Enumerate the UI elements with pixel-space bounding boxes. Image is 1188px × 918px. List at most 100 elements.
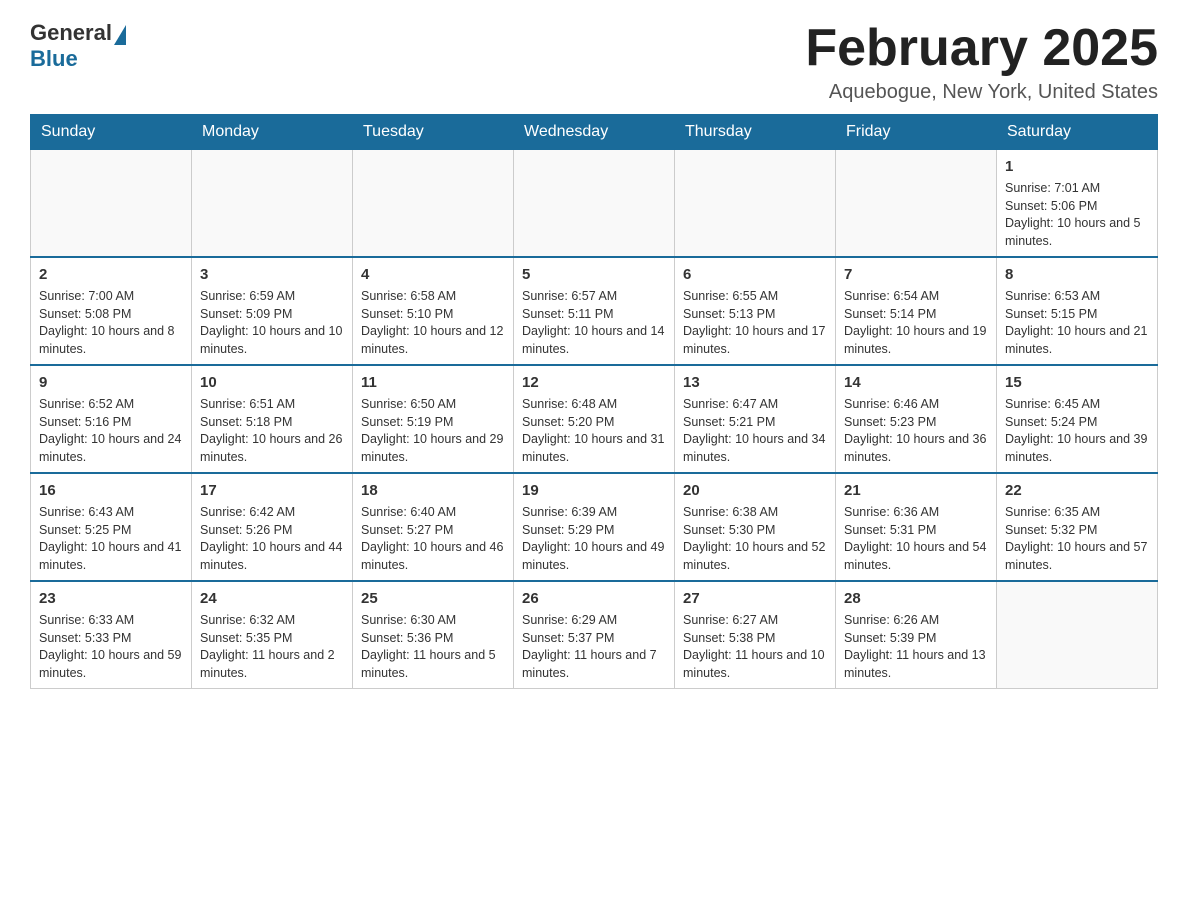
day-info-text: Daylight: 10 hours and 39 minutes. bbox=[1005, 431, 1149, 466]
day-info-text: Sunset: 5:31 PM bbox=[844, 522, 988, 540]
day-info-text: Daylight: 10 hours and 14 minutes. bbox=[522, 323, 666, 358]
calendar-day-cell bbox=[31, 150, 192, 258]
day-info-text: Sunset: 5:16 PM bbox=[39, 414, 183, 432]
calendar-day-cell: 15Sunrise: 6:45 AMSunset: 5:24 PMDayligh… bbox=[997, 365, 1158, 473]
calendar-day-cell bbox=[514, 150, 675, 258]
day-info-text: Daylight: 10 hours and 24 minutes. bbox=[39, 431, 183, 466]
calendar-day-cell: 2Sunrise: 7:00 AMSunset: 5:08 PMDaylight… bbox=[31, 257, 192, 365]
day-info-text: Sunset: 5:21 PM bbox=[683, 414, 827, 432]
calendar-day-cell: 23Sunrise: 6:33 AMSunset: 5:33 PMDayligh… bbox=[31, 581, 192, 689]
day-info-text: Sunset: 5:24 PM bbox=[1005, 414, 1149, 432]
calendar-day-cell bbox=[192, 150, 353, 258]
day-info-text: Daylight: 10 hours and 12 minutes. bbox=[361, 323, 505, 358]
day-info-text: Daylight: 10 hours and 31 minutes. bbox=[522, 431, 666, 466]
calendar-day-cell: 12Sunrise: 6:48 AMSunset: 5:20 PMDayligh… bbox=[514, 365, 675, 473]
day-number: 25 bbox=[361, 588, 505, 609]
day-number: 28 bbox=[844, 588, 988, 609]
day-info-text: Sunset: 5:30 PM bbox=[683, 522, 827, 540]
day-info-text: Sunset: 5:13 PM bbox=[683, 306, 827, 324]
day-info-text: Sunset: 5:26 PM bbox=[200, 522, 344, 540]
day-info-text: Daylight: 10 hours and 5 minutes. bbox=[1005, 215, 1149, 250]
day-info-text: Sunrise: 6:29 AM bbox=[522, 612, 666, 630]
day-number: 3 bbox=[200, 264, 344, 285]
day-of-week-header: Thursday bbox=[675, 115, 836, 150]
calendar-day-cell: 1Sunrise: 7:01 AMSunset: 5:06 PMDaylight… bbox=[997, 150, 1158, 258]
day-info-text: Daylight: 11 hours and 13 minutes. bbox=[844, 647, 988, 682]
day-number: 1 bbox=[1005, 156, 1149, 177]
logo-blue-text: Blue bbox=[30, 46, 78, 72]
calendar-week-row: 23Sunrise: 6:33 AMSunset: 5:33 PMDayligh… bbox=[31, 581, 1158, 689]
day-info-text: Sunset: 5:33 PM bbox=[39, 630, 183, 648]
calendar-day-cell: 21Sunrise: 6:36 AMSunset: 5:31 PMDayligh… bbox=[836, 473, 997, 581]
day-info-text: Daylight: 10 hours and 41 minutes. bbox=[39, 539, 183, 574]
day-of-week-header: Saturday bbox=[997, 115, 1158, 150]
day-info-text: Sunset: 5:38 PM bbox=[683, 630, 827, 648]
day-info-text: Sunset: 5:09 PM bbox=[200, 306, 344, 324]
day-info-text: Sunset: 5:27 PM bbox=[361, 522, 505, 540]
calendar-day-cell bbox=[675, 150, 836, 258]
day-info-text: Sunrise: 6:59 AM bbox=[200, 288, 344, 306]
calendar-header-row: SundayMondayTuesdayWednesdayThursdayFrid… bbox=[31, 115, 1158, 150]
day-of-week-header: Sunday bbox=[31, 115, 192, 150]
day-of-week-header: Tuesday bbox=[353, 115, 514, 150]
day-info-text: Sunset: 5:32 PM bbox=[1005, 522, 1149, 540]
logo-general-text: General bbox=[30, 20, 112, 46]
day-info-text: Daylight: 10 hours and 8 minutes. bbox=[39, 323, 183, 358]
calendar-day-cell: 5 Sunrise: 6:57 AMSunset: 5:11 PMDaylight… bbox=[514, 257, 675, 365]
day-number: 21 bbox=[844, 480, 988, 501]
calendar-day-cell: 19Sunrise: 6:39 AMSunset: 5:29 PMDayligh… bbox=[514, 473, 675, 581]
logo: General Blue bbox=[30, 20, 128, 72]
calendar-day-cell: 10Sunrise: 6:51 AMSunset: 5:18 PMDayligh… bbox=[192, 365, 353, 473]
day-number: 5 bbox=[522, 264, 666, 285]
day-number: 15 bbox=[1005, 372, 1149, 393]
logo-triangle-icon bbox=[114, 25, 126, 45]
day-info-text: Sunset: 5:06 PM bbox=[1005, 198, 1149, 216]
day-info-text: Daylight: 10 hours and 21 minutes. bbox=[1005, 323, 1149, 358]
day-info-text: Sunrise: 6:52 AM bbox=[39, 396, 183, 414]
day-number: 9 bbox=[39, 372, 183, 393]
day-info-text: Sunset: 5:11 PM bbox=[522, 306, 666, 324]
calendar-day-cell bbox=[997, 581, 1158, 689]
day-number: 19 bbox=[522, 480, 666, 501]
day-of-week-header: Monday bbox=[192, 115, 353, 150]
day-number: 10 bbox=[200, 372, 344, 393]
calendar-day-cell: 20Sunrise: 6:38 AMSunset: 5:30 PMDayligh… bbox=[675, 473, 836, 581]
day-info-text: Sunset: 5:15 PM bbox=[1005, 306, 1149, 324]
day-info-text: Sunrise: 6:43 AM bbox=[39, 504, 183, 522]
day-info-text: Daylight: 10 hours and 36 minutes. bbox=[844, 431, 988, 466]
calendar-day-cell: 13Sunrise: 6:47 AMSunset: 5:21 PMDayligh… bbox=[675, 365, 836, 473]
day-info-text: Sunset: 5:37 PM bbox=[522, 630, 666, 648]
calendar-day-cell: 14Sunrise: 6:46 AMSunset: 5:23 PMDayligh… bbox=[836, 365, 997, 473]
calendar-day-cell: 18Sunrise: 6:40 AMSunset: 5:27 PMDayligh… bbox=[353, 473, 514, 581]
day-info-text: Sunset: 5:25 PM bbox=[39, 522, 183, 540]
day-info-text: Daylight: 10 hours and 52 minutes. bbox=[683, 539, 827, 574]
calendar-table: SundayMondayTuesdayWednesdayThursdayFrid… bbox=[30, 114, 1158, 689]
day-number: 23 bbox=[39, 588, 183, 609]
day-info-text: Sunrise: 6:47 AM bbox=[683, 396, 827, 414]
day-number: 16 bbox=[39, 480, 183, 501]
day-info-text: Daylight: 11 hours and 10 minutes. bbox=[683, 647, 827, 682]
day-info-text: Sunset: 5:39 PM bbox=[844, 630, 988, 648]
calendar-day-cell: 8Sunrise: 6:53 AMSunset: 5:15 PMDaylight… bbox=[997, 257, 1158, 365]
day-number: 14 bbox=[844, 372, 988, 393]
day-number: 8 bbox=[1005, 264, 1149, 285]
day-info-text: Sunrise: 6:57 AM bbox=[522, 288, 666, 306]
day-info-text: Sunrise: 6:54 AM bbox=[844, 288, 988, 306]
day-info-text: Sunrise: 6:50 AM bbox=[361, 396, 505, 414]
day-number: 24 bbox=[200, 588, 344, 609]
calendar-day-cell: 6Sunrise: 6:55 AMSunset: 5:13 PMDaylight… bbox=[675, 257, 836, 365]
day-info-text: Sunrise: 6:55 AM bbox=[683, 288, 827, 306]
calendar-week-row: 1Sunrise: 7:01 AMSunset: 5:06 PMDaylight… bbox=[31, 150, 1158, 258]
calendar-week-row: 16Sunrise: 6:43 AMSunset: 5:25 PMDayligh… bbox=[31, 473, 1158, 581]
calendar-week-row: 9Sunrise: 6:52 AMSunset: 5:16 PMDaylight… bbox=[31, 365, 1158, 473]
day-info-text: Daylight: 10 hours and 49 minutes. bbox=[522, 539, 666, 574]
day-info-text: Sunrise: 6:40 AM bbox=[361, 504, 505, 522]
day-number: 26 bbox=[522, 588, 666, 609]
day-info-text: Sunset: 5:18 PM bbox=[200, 414, 344, 432]
day-info-text: Sunset: 5:19 PM bbox=[361, 414, 505, 432]
day-info-text: Daylight: 11 hours and 5 minutes. bbox=[361, 647, 505, 682]
day-number: 12 bbox=[522, 372, 666, 393]
day-info-text: Daylight: 11 hours and 7 minutes. bbox=[522, 647, 666, 682]
calendar-week-row: 2Sunrise: 7:00 AMSunset: 5:08 PMDaylight… bbox=[31, 257, 1158, 365]
day-info-text: Sunset: 5:35 PM bbox=[200, 630, 344, 648]
